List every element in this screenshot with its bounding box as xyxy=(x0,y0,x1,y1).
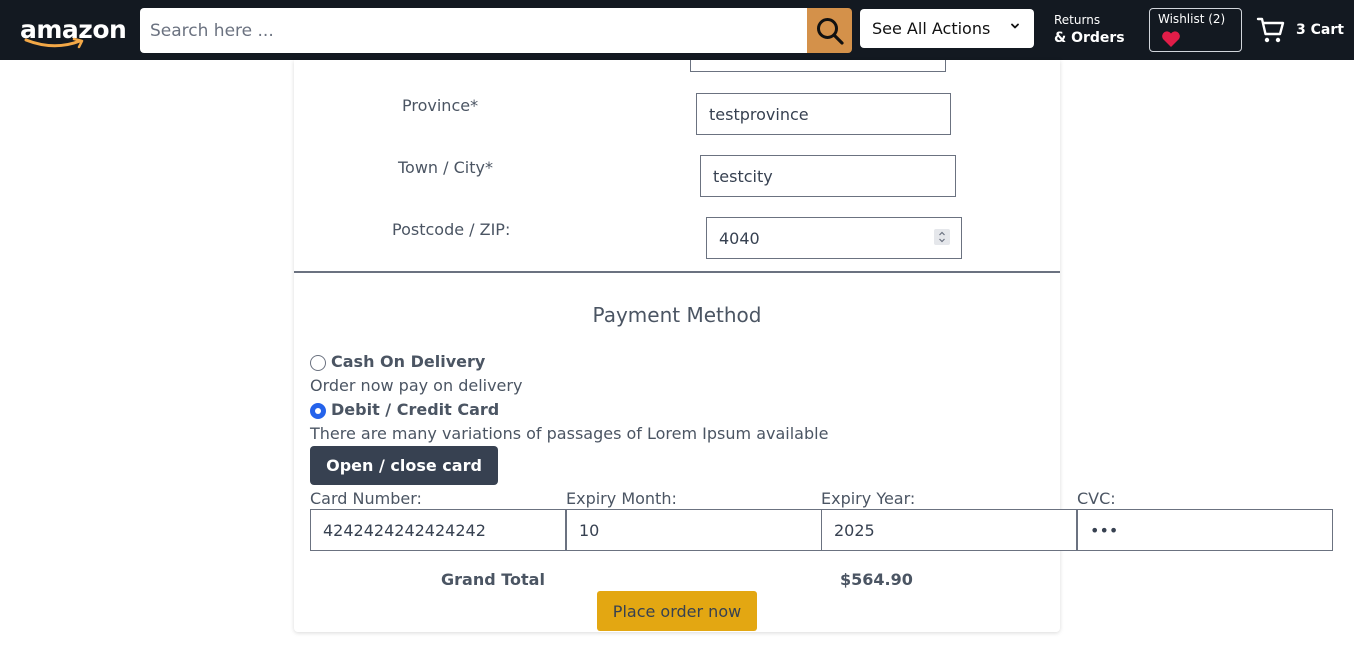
address-field-partial[interactable] xyxy=(690,60,946,72)
stepper-arrows-icon xyxy=(939,231,945,243)
cash-on-delivery-label: Cash On Delivery xyxy=(331,352,486,371)
wishlist-button[interactable]: Wishlist (2) xyxy=(1149,8,1242,52)
section-divider xyxy=(294,271,1060,273)
card-payment-label: Debit / Credit Card xyxy=(331,400,500,419)
cash-on-delivery-description: Order now pay on delivery xyxy=(310,376,523,395)
city-input[interactable] xyxy=(700,155,956,197)
see-all-actions-dropdown[interactable]: See All Actions xyxy=(860,9,1034,48)
search-input[interactable] xyxy=(140,8,807,53)
province-input[interactable] xyxy=(696,93,951,135)
search-icon xyxy=(816,17,844,45)
chevron-down-icon xyxy=(1011,23,1019,29)
wishlist-label: Wishlist (2) xyxy=(1158,12,1226,26)
zip-stepper[interactable] xyxy=(934,229,950,245)
cvc-input[interactable] xyxy=(1077,509,1333,551)
top-navbar: amazon See All Actions Returns & Orders … xyxy=(0,0,1354,60)
logo-smile-icon xyxy=(24,37,84,49)
orders-label: & Orders xyxy=(1054,30,1125,46)
returns-orders-link[interactable]: Returns & Orders xyxy=(1054,11,1125,47)
province-label: Province* xyxy=(402,96,479,115)
actions-label: See All Actions xyxy=(872,19,991,38)
city-label: Town / City* xyxy=(398,158,493,177)
card-number-input[interactable] xyxy=(310,509,566,551)
heart-icon xyxy=(1162,31,1180,47)
expiry-year-input[interactable] xyxy=(821,509,1077,551)
expiry-month-label: Expiry Month: xyxy=(566,489,677,508)
expiry-month-input[interactable] xyxy=(566,509,822,551)
cart-button[interactable]: 3 Cart xyxy=(1256,14,1344,46)
zip-field xyxy=(706,217,962,259)
card-number-label: Card Number: xyxy=(310,489,422,508)
grand-total-value: $564.90 xyxy=(840,570,913,589)
zip-input[interactable] xyxy=(706,217,962,259)
expiry-year-label: Expiry Year: xyxy=(821,489,916,508)
cash-on-delivery-radio[interactable] xyxy=(310,355,326,371)
amazon-logo[interactable]: amazon xyxy=(20,14,127,52)
checkout-panel: Province* Town / City* Postcode / ZIP: P… xyxy=(294,60,1116,632)
search-button[interactable] xyxy=(807,8,852,53)
card-payment-radio[interactable] xyxy=(310,403,326,419)
cvc-label: CVC: xyxy=(1077,489,1116,508)
cart-icon xyxy=(1256,17,1285,43)
search-bar xyxy=(140,8,852,53)
cart-count-label: 3 Cart xyxy=(1296,22,1344,38)
returns-label: Returns xyxy=(1054,13,1101,27)
grand-total-label: Grand Total xyxy=(441,570,545,589)
zip-label: Postcode / ZIP: xyxy=(392,220,511,239)
place-order-button[interactable]: Place order now xyxy=(597,591,757,631)
open-close-card-button[interactable]: Open / close card xyxy=(310,446,498,485)
card-payment-description: There are many variations of passages of… xyxy=(310,424,829,443)
payment-method-title: Payment Method xyxy=(592,303,762,327)
